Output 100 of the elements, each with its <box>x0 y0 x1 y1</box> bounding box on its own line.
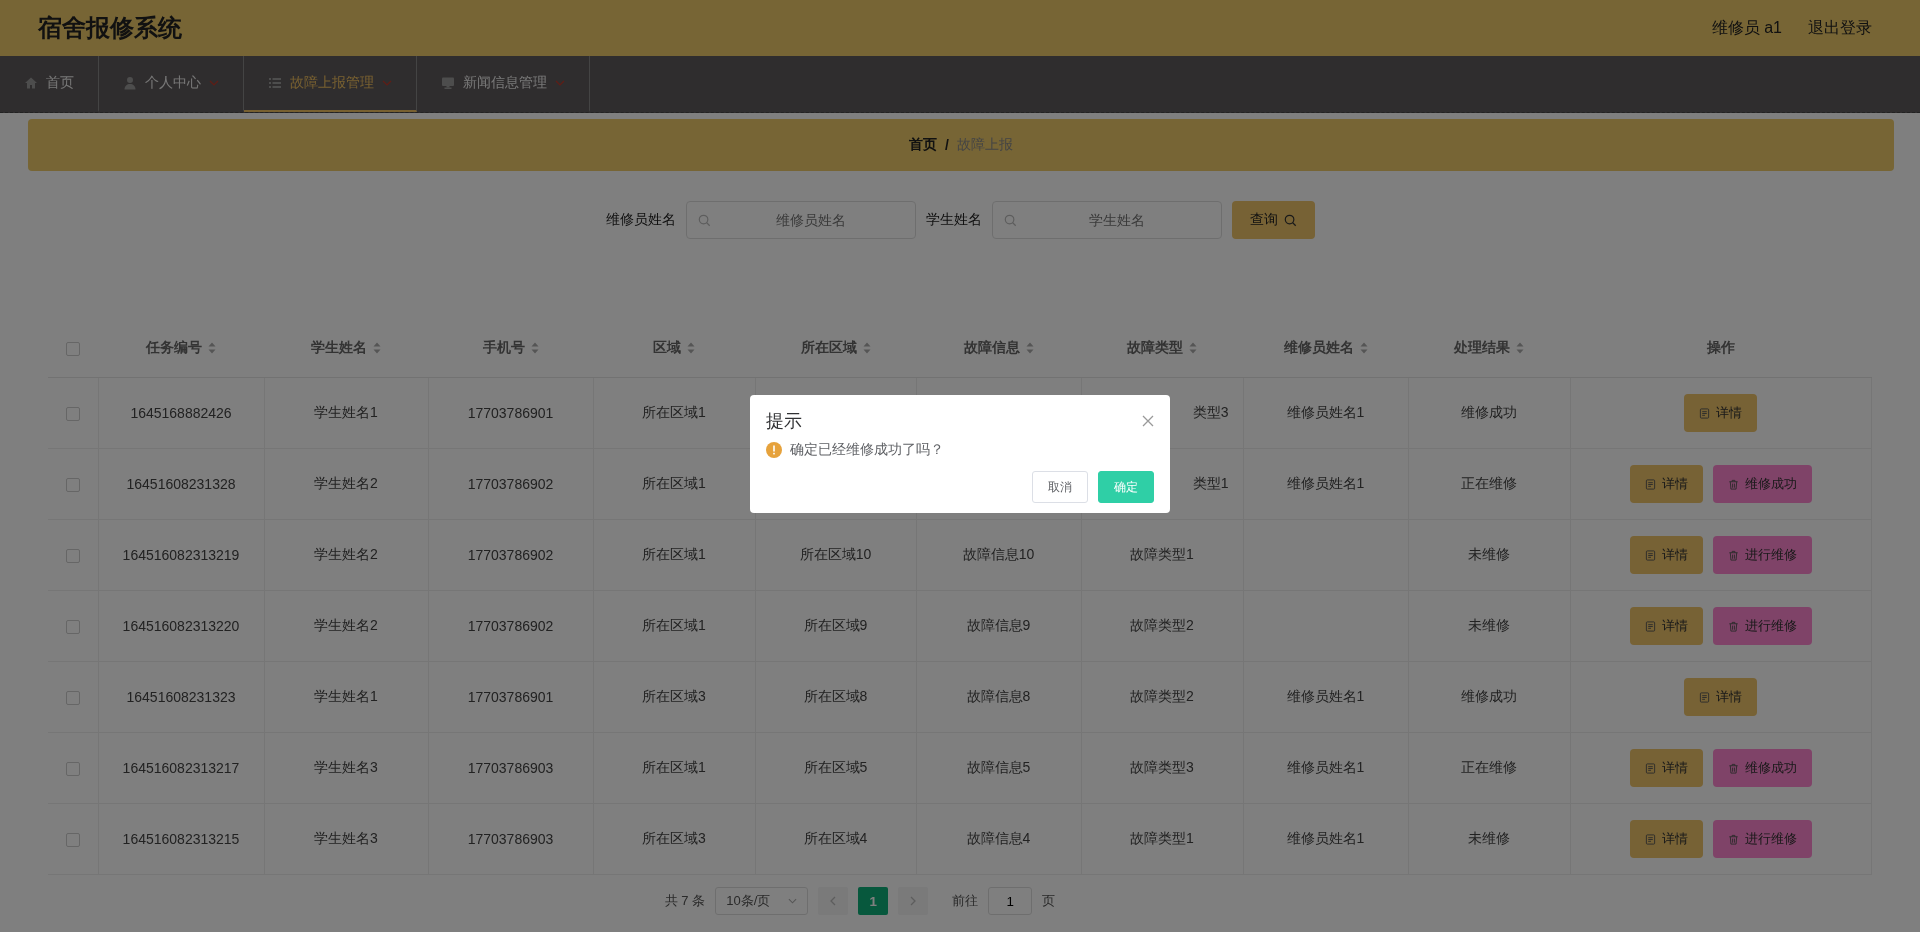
nav-item[interactable]: 个人中心 <box>99 56 244 112</box>
sort-icon[interactable] <box>862 342 871 354</box>
page-suffix: 页 <box>1042 892 1056 910</box>
table-cell: 正在维修 <box>1461 475 1517 491</box>
table-cell: 所在区域5 <box>803 759 868 775</box>
checkbox[interactable] <box>65 691 80 706</box>
home-icon <box>24 76 38 90</box>
search-field[interactable]: 维修员姓名 <box>685 201 916 239</box>
detail-button[interactable]: 详情 <box>1629 820 1703 858</box>
table-cell: 17703786903 <box>467 831 554 847</box>
prev-page-button[interactable] <box>818 887 849 915</box>
table-cell: 164516082313220 <box>122 618 240 634</box>
action-button[interactable]: 进行维修 <box>1712 536 1812 574</box>
action-button[interactable]: 维修成功 <box>1712 465 1812 503</box>
breadcrumb-item[interactable]: 首页 <box>909 136 938 154</box>
table-cell: 正在维修 <box>1461 759 1517 775</box>
table-cell: 学生姓名1 <box>314 404 378 420</box>
page-button[interactable]: 1 <box>858 887 889 915</box>
table-cell: 所在区域3 <box>642 830 706 846</box>
table-cell: 故障类型2 <box>1130 617 1194 633</box>
search-button[interactable]: 查询 <box>1231 201 1315 239</box>
table-cell: 1645168882426 <box>130 405 232 421</box>
caret-icon <box>788 898 798 904</box>
table-cell: 学生姓名1 <box>314 688 378 704</box>
column-header: 操作 <box>1706 339 1735 357</box>
table-cell: 故障信息9 <box>966 617 1031 633</box>
table-cell: 维修成功 <box>1461 688 1517 704</box>
checkbox[interactable] <box>65 833 80 848</box>
table-cell: 164516082313219 <box>122 547 240 563</box>
next-page-button[interactable] <box>898 887 929 915</box>
sort-icon[interactable] <box>208 342 216 354</box>
checkbox[interactable] <box>65 620 80 635</box>
table-cell: 所在区域4 <box>803 830 868 846</box>
app-title: 宿舍报修系统 <box>38 13 182 43</box>
action-button[interactable]: 进行维修 <box>1712 820 1812 858</box>
checkbox[interactable] <box>65 549 80 564</box>
document-icon <box>1699 691 1711 703</box>
confirm-button[interactable]: 确定 <box>1098 471 1154 503</box>
nav-item[interactable]: 首页 <box>0 56 99 112</box>
checkbox[interactable] <box>66 342 80 357</box>
field-label: 学生姓名 <box>925 211 982 229</box>
table-cell: 16451608231323 <box>126 689 236 705</box>
detail-button[interactable]: 详情 <box>1629 607 1703 645</box>
sort-icon[interactable] <box>1516 342 1524 354</box>
column-header: 手机号 <box>482 339 525 357</box>
nav-item[interactable]: 新闻信息管理 <box>417 56 590 112</box>
sort-icon[interactable] <box>1189 342 1197 354</box>
document-icon <box>1644 762 1656 774</box>
column-header: 区域 <box>653 339 681 357</box>
list-icon <box>268 76 282 90</box>
sort-icon[interactable] <box>1359 342 1368 354</box>
table-cell: 所在区域1 <box>642 617 706 633</box>
trash-icon <box>1727 762 1739 774</box>
close-icon[interactable] <box>1142 415 1154 427</box>
table-cell: 未维修 <box>1468 617 1510 633</box>
table-cell: 学生姓名3 <box>314 759 378 775</box>
table-cell: 维修员姓名1 <box>1286 688 1365 704</box>
search-field[interactable]: 学生姓名 <box>991 201 1222 239</box>
document-icon <box>1644 620 1656 632</box>
detail-button[interactable]: 详情 <box>1629 749 1703 787</box>
table-cell: 所在区域10 <box>799 546 872 562</box>
table-cell: 所在区域1 <box>642 759 706 775</box>
table-cell: 故障类型2 <box>1130 688 1194 704</box>
detail-button[interactable]: 详情 <box>1684 394 1758 432</box>
chevron-right-icon <box>910 896 917 906</box>
goto-label: 前往 <box>952 892 979 910</box>
table-cell: 故障信息5 <box>966 759 1031 775</box>
detail-button[interactable]: 详情 <box>1629 465 1703 503</box>
table-cell: 16451608231328 <box>126 476 236 492</box>
table-cell: 所在区域1 <box>642 546 706 562</box>
table-cell: 学生姓名2 <box>314 617 378 633</box>
goto-page-field[interactable]: 1 <box>988 887 1033 915</box>
checkbox[interactable] <box>65 762 80 777</box>
checkbox[interactable] <box>65 478 80 493</box>
table-cell: 164516082313215 <box>122 831 240 847</box>
sort-icon[interactable] <box>1025 342 1034 354</box>
table-cell: 故障信息10 <box>962 546 1035 562</box>
checkbox[interactable] <box>65 407 80 422</box>
detail-button[interactable]: 详情 <box>1684 678 1758 716</box>
action-button[interactable]: 进行维修 <box>1712 607 1812 645</box>
action-button[interactable]: 维修成功 <box>1712 749 1812 787</box>
table-cell: 学生姓名3 <box>314 830 378 846</box>
column-header: 维修员姓名 <box>1283 339 1354 357</box>
trash-icon <box>1727 478 1739 490</box>
table-cell: 164516082313217 <box>122 760 240 776</box>
search-icon <box>697 214 711 227</box>
cancel-button[interactable]: 取消 <box>1032 471 1088 503</box>
column-header: 所在区域 <box>800 339 857 357</box>
column-header: 处理结果 <box>1454 339 1510 357</box>
sort-icon[interactable] <box>687 342 695 354</box>
search-icon <box>1003 214 1017 227</box>
table-cell: 类型1 <box>1192 475 1229 491</box>
sort-icon[interactable] <box>373 342 381 354</box>
logout-link[interactable]: 退出登录 <box>1808 17 1872 39</box>
page-size-select[interactable]: 10条/页 <box>715 887 809 915</box>
table-cell: 维修员姓名1 <box>1286 475 1365 491</box>
table-cell: 17703786902 <box>467 476 554 492</box>
detail-button[interactable]: 详情 <box>1629 536 1703 574</box>
sort-icon[interactable] <box>530 342 539 354</box>
table-cell: 学生姓名2 <box>314 546 378 562</box>
